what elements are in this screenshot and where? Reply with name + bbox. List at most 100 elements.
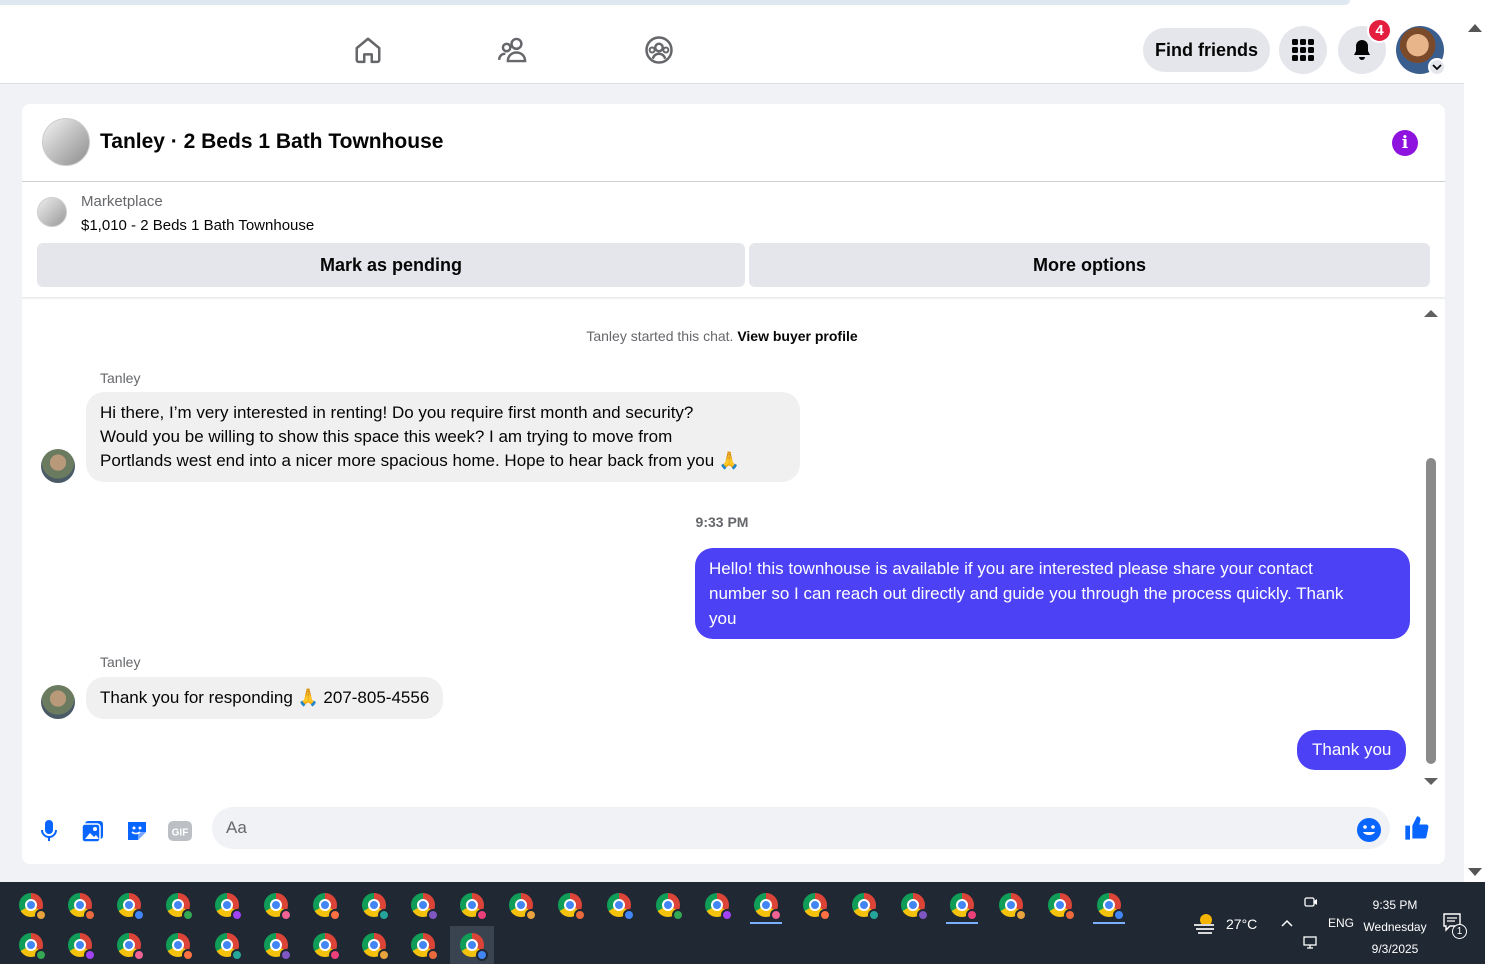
taskbar-chrome-window[interactable] bbox=[303, 886, 347, 924]
account-menu-button[interactable] bbox=[1428, 58, 1446, 76]
taskbar-chrome-window[interactable] bbox=[1087, 886, 1131, 924]
menu-grid-button[interactable] bbox=[1279, 26, 1327, 74]
listing-thumbnail[interactable] bbox=[42, 118, 90, 166]
like-icon[interactable] bbox=[1402, 813, 1432, 843]
sticker-icon[interactable] bbox=[122, 816, 152, 846]
photo-icon[interactable] bbox=[78, 816, 108, 846]
chrome-icon bbox=[311, 891, 341, 921]
chrome-icon bbox=[213, 931, 243, 961]
chevron-up-icon[interactable] bbox=[1280, 916, 1294, 934]
taskbar-chrome-window[interactable] bbox=[548, 886, 592, 924]
chrome-icon bbox=[409, 891, 439, 921]
listing-summary[interactable]: $1,010 - 2 Beds 1 Bath Townhouse bbox=[81, 217, 314, 234]
chrome-icon bbox=[997, 891, 1027, 921]
mark-as-pending-button[interactable]: Mark as pending bbox=[37, 243, 745, 287]
chat-header: Tanley · 2 Beds 1 Bath Townhouse i bbox=[22, 104, 1445, 182]
incoming-message[interactable]: Hi there, I’m very interested in renting… bbox=[86, 392, 800, 482]
notification-badge: 4 bbox=[1367, 18, 1392, 43]
taskbar-chrome-window[interactable] bbox=[58, 886, 102, 924]
taskbar-chrome-window[interactable] bbox=[9, 926, 53, 964]
home-icon[interactable] bbox=[348, 30, 388, 70]
top-navigation: Find friends 4 bbox=[0, 16, 1464, 84]
chrome-icon bbox=[458, 891, 488, 921]
chrome-icon bbox=[1095, 891, 1125, 921]
groups-icon[interactable] bbox=[639, 30, 679, 70]
sender-name: Tanley bbox=[100, 370, 141, 386]
sender-avatar[interactable] bbox=[41, 449, 75, 483]
info-icon[interactable]: i bbox=[1392, 130, 1418, 156]
sender-avatar[interactable] bbox=[41, 685, 75, 719]
taskbar-chrome-window[interactable] bbox=[450, 926, 494, 964]
taskbar-chrome-window[interactable] bbox=[254, 926, 298, 964]
bell-icon bbox=[1354, 40, 1370, 60]
svg-text:GIF: GIF bbox=[172, 828, 189, 839]
weather-icon[interactable] bbox=[1192, 912, 1218, 934]
taskbar-chrome-window[interactable] bbox=[107, 886, 151, 924]
scroll-thumb[interactable] bbox=[1426, 458, 1436, 764]
taskbar-chrome-window[interactable] bbox=[205, 926, 249, 964]
taskbar-chrome-window[interactable] bbox=[107, 926, 151, 964]
chrome-icon bbox=[360, 891, 390, 921]
more-options-button[interactable]: More options bbox=[749, 243, 1430, 287]
chrome-icon bbox=[752, 891, 782, 921]
taskbar-chrome-window[interactable] bbox=[9, 886, 53, 924]
network-icon[interactable] bbox=[1303, 936, 1319, 955]
marketplace-chat-window: Tanley · 2 Beds 1 Bath Townhouse i Marke… bbox=[22, 104, 1445, 864]
taskbar-chrome-window[interactable] bbox=[156, 926, 200, 964]
scroll-down-arrow-icon[interactable] bbox=[1424, 778, 1438, 785]
marketplace-label: Marketplace bbox=[81, 193, 163, 210]
taskbar-chrome-window[interactable] bbox=[989, 886, 1033, 924]
taskbar-chrome-window[interactable] bbox=[842, 886, 886, 924]
taskbar-chrome-window[interactable] bbox=[597, 886, 641, 924]
taskbar-chrome-window[interactable] bbox=[499, 886, 543, 924]
emoji-icon[interactable] bbox=[1354, 815, 1384, 845]
incoming-message[interactable]: Thank you for responding 🙏 207-805-4556 bbox=[86, 677, 444, 719]
taskbar-chrome-window[interactable] bbox=[58, 926, 102, 964]
taskbar-chrome-window[interactable] bbox=[450, 886, 494, 924]
chrome-icon bbox=[1046, 891, 1076, 921]
chat-title[interactable]: Tanley · 2 Beds 1 Bath Townhouse bbox=[100, 130, 443, 154]
clock[interactable]: 9:35 PM Wednesday 9/3/2025 bbox=[1360, 894, 1430, 960]
input-language[interactable]: ENG bbox=[1328, 916, 1354, 930]
taskbar-chrome-window[interactable] bbox=[744, 886, 788, 924]
taskbar-chrome-window[interactable] bbox=[891, 886, 935, 924]
taskbar-chrome-window[interactable] bbox=[793, 886, 837, 924]
taskbar-chrome-window[interactable] bbox=[205, 886, 249, 924]
scroll-up-arrow-icon[interactable] bbox=[1424, 310, 1438, 317]
scroll-down-arrow-icon[interactable] bbox=[1468, 868, 1482, 876]
friends-icon[interactable] bbox=[494, 30, 534, 70]
taskbar-chrome-window[interactable] bbox=[940, 886, 984, 924]
taskbar-chrome-window[interactable] bbox=[156, 886, 200, 924]
camera-in-use-icon[interactable] bbox=[1304, 895, 1318, 914]
chat-scrollbar[interactable] bbox=[1423, 306, 1439, 791]
chrome-icon bbox=[605, 891, 635, 921]
outgoing-message[interactable]: Thank you bbox=[1297, 730, 1407, 770]
chat-start-notice: Tanley started this chat. View buyer pro… bbox=[586, 328, 858, 344]
scroll-up-arrow-icon[interactable] bbox=[1468, 24, 1482, 32]
taskbar-chrome-window[interactable] bbox=[254, 886, 298, 924]
windows-taskbar: 27°C ENG 9:35 PM Wednesday 9/3/2025 1 bbox=[0, 882, 1485, 964]
page-scrollbar[interactable] bbox=[1464, 16, 1485, 882]
taskbar-chrome-window[interactable] bbox=[646, 886, 690, 924]
taskbar-chrome-window[interactable] bbox=[1038, 886, 1082, 924]
chrome-icon bbox=[164, 891, 194, 921]
message-input[interactable] bbox=[212, 807, 1390, 849]
outgoing-message[interactable]: Hello! this townhouse is available if yo… bbox=[695, 548, 1410, 639]
find-friends-button[interactable]: Find friends bbox=[1143, 28, 1270, 72]
taskbar-chrome-window[interactable] bbox=[352, 886, 396, 924]
gif-icon[interactable]: GIF bbox=[165, 816, 195, 846]
message-timestamp: 9:33 PM bbox=[695, 514, 749, 530]
microphone-icon[interactable] bbox=[34, 816, 64, 846]
taskbar-chrome-window[interactable] bbox=[695, 886, 739, 924]
chrome-icon bbox=[948, 891, 978, 921]
chrome-icon bbox=[17, 891, 47, 921]
chrome-icon bbox=[556, 891, 586, 921]
view-buyer-profile-link[interactable]: View buyer profile bbox=[737, 328, 857, 344]
weather-temperature[interactable]: 27°C bbox=[1226, 916, 1257, 932]
chrome-icon bbox=[654, 891, 684, 921]
taskbar-chrome-window[interactable] bbox=[303, 926, 347, 964]
taskbar-chrome-window[interactable] bbox=[352, 926, 396, 964]
message-list: Tanley started this chat. View buyer pro… bbox=[22, 300, 1422, 800]
taskbar-chrome-window[interactable] bbox=[401, 926, 445, 964]
taskbar-chrome-window[interactable] bbox=[401, 886, 445, 924]
